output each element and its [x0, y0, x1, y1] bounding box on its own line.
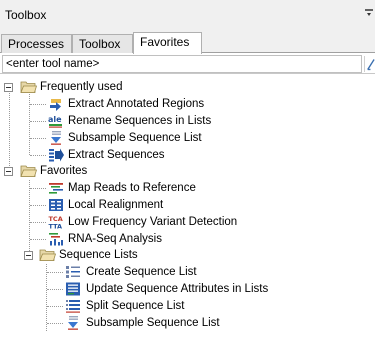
- open-folder-icon: [20, 165, 37, 177]
- tab-toolbox[interactable]: Toolbox: [72, 34, 133, 53]
- tree-item-extract-sequences[interactable]: Extract Sequences: [0, 147, 375, 164]
- tree-folder-sequence-lists[interactable]: Sequence Lists: [0, 247, 375, 264]
- tree-item-label: Update Sequence Attributes in Lists: [86, 283, 269, 295]
- rna-seq-icon: [49, 233, 63, 246]
- tree-folder-label: Frequently used: [40, 81, 123, 93]
- local-realignment-icon: [49, 199, 63, 211]
- tree-item-update-sequence-attributes[interactable]: Update Sequence Attributes in Lists: [0, 281, 375, 298]
- tree-item-label: Extract Sequences: [68, 149, 165, 161]
- tree-item-label: Local Realignment: [68, 199, 164, 211]
- tree-folder-label: Sequence Lists: [59, 249, 138, 261]
- split-sequence-list-icon: [66, 300, 80, 313]
- open-folder-icon: [39, 249, 56, 261]
- clear-search-icon[interactable]: [364, 56, 375, 72]
- tree-item-create-sequence-list[interactable]: Create Sequence List: [0, 264, 375, 281]
- tab-processes[interactable]: Processes: [1, 34, 72, 53]
- tab-favorites[interactable]: Favorites: [133, 32, 202, 54]
- variant-detection-icon: TCA TTA: [49, 215, 63, 230]
- svg-text:ale: ale: [48, 115, 62, 124]
- tree-item-label: Split Sequence List: [86, 300, 185, 312]
- tab-bar: Processes Toolbox Favorites: [0, 30, 375, 54]
- tree-item-low-frequency-variant-detection[interactable]: TCA TTA Low Frequency Variant Detection: [0, 214, 375, 231]
- panel-menu-icon[interactable]: [365, 9, 373, 21]
- collapse-toggle-icon[interactable]: [4, 83, 13, 92]
- tree-item-label: Map Reads to Reference: [68, 182, 196, 194]
- panel-title-bar: Toolbox: [0, 0, 375, 30]
- tab-label: Processes: [8, 37, 65, 51]
- tree-item-label: Low Frequency Variant Detection: [68, 216, 238, 228]
- panel-title: Toolbox: [5, 8, 47, 22]
- tree-item-local-realignment[interactable]: Local Realignment: [0, 197, 375, 214]
- tree-item-label: Subsample Sequence List: [68, 132, 202, 144]
- tool-search-input[interactable]: [2, 55, 362, 73]
- tab-label: Favorites: [140, 35, 190, 49]
- collapse-toggle-icon[interactable]: [24, 251, 33, 260]
- tree-item-label: Rename Sequences in Lists: [68, 115, 212, 127]
- map-reads-icon: [49, 183, 63, 194]
- tree-folder-favorites[interactable]: Favorites: [0, 163, 375, 180]
- subsample-sequence-list-icon: [68, 316, 78, 330]
- tree-item-split-sequence-list[interactable]: Split Sequence List: [0, 298, 375, 315]
- tree-item-label: RNA-Seq Analysis: [68, 233, 162, 245]
- rename-sequences-icon: ale: [48, 115, 62, 128]
- subsample-sequence-list-icon: [51, 131, 61, 145]
- tree-folder-label: Favorites: [40, 165, 88, 177]
- search-bar: [0, 54, 375, 74]
- collapse-toggle-icon[interactable]: [4, 167, 13, 176]
- tree-item-rename-sequences-in-lists[interactable]: ale Rename Sequences in Lists: [0, 113, 375, 130]
- tree-folder-frequently-used[interactable]: Frequently used: [0, 79, 375, 96]
- tab-label: Toolbox: [79, 37, 121, 51]
- tree-item-subsample-sequence-list[interactable]: Subsample Sequence List: [0, 130, 375, 147]
- extract-sequences-icon: [49, 148, 64, 162]
- tree-item-label: Extract Annotated Regions: [68, 98, 205, 110]
- tree-item-subsample-sequence-list[interactable]: Subsample Sequence List: [0, 315, 375, 332]
- tree-item-rna-seq-analysis[interactable]: RNA-Seq Analysis: [0, 231, 375, 248]
- tree-item-label: Create Sequence List: [86, 266, 197, 278]
- favorites-tree: Frequently used Extract Annotated Region…: [0, 74, 375, 340]
- tree-item-extract-annotated-regions[interactable]: Extract Annotated Regions: [0, 96, 375, 113]
- create-sequence-list-icon: [66, 266, 80, 278]
- svg-text:TTA: TTA: [49, 223, 63, 230]
- extract-annotated-regions-icon: [50, 99, 61, 111]
- tree-item-label: Subsample Sequence List: [86, 317, 220, 329]
- tree-item-map-reads-to-reference[interactable]: Map Reads to Reference: [0, 180, 375, 197]
- open-folder-icon: [20, 81, 37, 93]
- update-sequence-attributes-icon: [66, 282, 80, 296]
